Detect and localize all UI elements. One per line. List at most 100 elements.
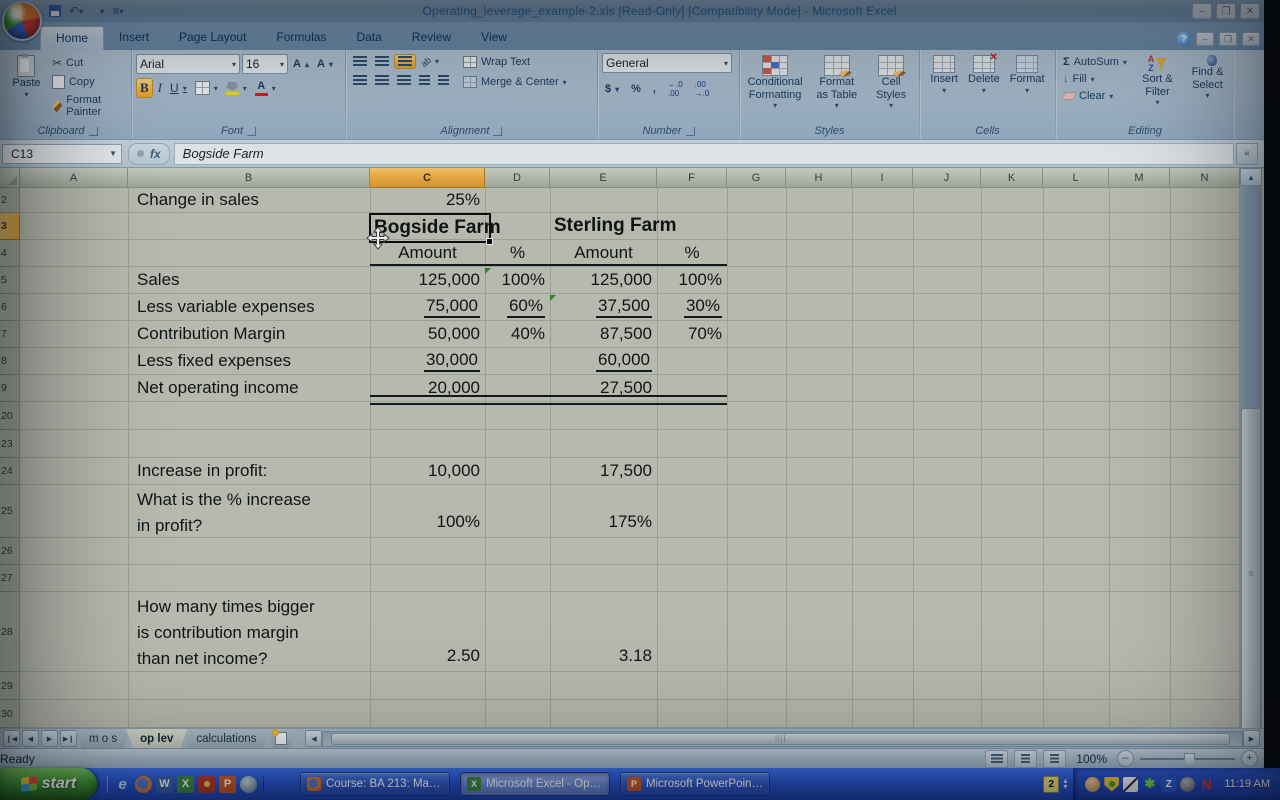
row-header-27[interactable]: 27 — [0, 565, 20, 592]
fill-button[interactable]: ↓Fill▾ — [1060, 72, 1130, 86]
row-header-12[interactable]: 2 — [0, 188, 20, 213]
word-icon[interactable]: W — [156, 776, 173, 793]
shrink-font-button[interactable]: A▾ — [314, 57, 336, 71]
tab-data[interactable]: Data — [341, 26, 396, 50]
sort-filter-button[interactable]: AZ Sort & Filter▾ — [1136, 53, 1179, 120]
cell-e16[interactable]: 37,500 — [550, 294, 657, 320]
column-header-l[interactable]: L — [1043, 168, 1109, 188]
cell-d14[interactable]: % — [485, 240, 550, 266]
insert-cells-button[interactable]: Insert▾ — [927, 53, 961, 120]
restore-button[interactable]: ❐ — [1216, 3, 1236, 19]
row-30-cells[interactable] — [20, 700, 1240, 728]
tab-page-layout[interactable]: Page Layout — [164, 26, 261, 50]
horizontal-scroll-thumb[interactable] — [331, 733, 1230, 745]
autosum-button[interactable]: ΣAutoSum▾ — [1060, 55, 1130, 69]
dialog-launcher-icon[interactable] — [247, 127, 256, 136]
sheet-tab-calculations[interactable]: calculations — [182, 729, 270, 748]
cell-b16[interactable]: Less variable expenses — [128, 294, 370, 320]
row-header-13[interactable]: 3 — [0, 213, 20, 240]
key-app-icon[interactable] — [198, 776, 215, 793]
decrease-indent-button[interactable] — [416, 74, 433, 87]
comma-style-button[interactable]: , — [650, 82, 659, 96]
row-header-29[interactable]: 29 — [0, 672, 20, 700]
format-cells-button[interactable]: Format▾ — [1007, 53, 1048, 120]
column-header-d[interactable]: D — [485, 168, 550, 188]
scroll-up-button[interactable]: ▲ — [1240, 168, 1262, 186]
row-12-cells[interactable]: Change in sales 25% — [20, 188, 1240, 213]
cell-e13[interactable]: Sterling Farm — [550, 213, 657, 239]
dialog-launcher-icon[interactable] — [686, 127, 695, 136]
cell-f15[interactable]: 100% — [657, 267, 727, 293]
row-header-19[interactable]: 9 — [0, 375, 20, 402]
row-29-cells[interactable] — [20, 672, 1240, 700]
prev-sheet-button[interactable]: ◀ — [22, 730, 39, 747]
copy-button[interactable]: Copy — [49, 74, 127, 90]
horizontal-scrollbar[interactable]: ◀ ▶ — [305, 729, 1260, 748]
start-button[interactable]: start — [0, 768, 97, 800]
column-header-n[interactable]: N — [1170, 168, 1240, 188]
tray-app-icon[interactable]: ✱ — [1142, 777, 1157, 792]
zoom-out-button[interactable]: – — [1117, 750, 1134, 767]
column-header-g[interactable]: G — [727, 168, 786, 188]
font-family-select[interactable]: Arial▾ — [136, 54, 240, 74]
row-header-18[interactable]: 8 — [0, 348, 20, 375]
tab-formulas[interactable]: Formulas — [261, 26, 341, 50]
tray-app-icon[interactable] — [1123, 777, 1138, 792]
row-17-cells[interactable]: Contribution Margin 50,000 40% 87,500 70… — [20, 321, 1240, 348]
cell-b24[interactable]: Increase in profit: — [128, 458, 370, 484]
cell-f14[interactable]: % — [657, 240, 727, 266]
row-header-24[interactable]: 24 — [0, 458, 20, 485]
cell-c18[interactable]: 30,000 — [370, 348, 485, 374]
column-header-i[interactable]: I — [852, 168, 913, 188]
workbook-close-button[interactable]: ✕ — [1242, 32, 1260, 46]
borders-button[interactable]: ▾ — [192, 80, 221, 96]
task-firefox-course[interactable]: Course: BA 213: Man... — [300, 772, 450, 796]
decrease-decimal-button[interactable]: .00→.0 — [692, 79, 713, 99]
next-sheet-button[interactable]: ▶ — [41, 730, 58, 747]
formula-input[interactable]: Bogside Farm — [174, 143, 1234, 165]
row-header-16[interactable]: 6 — [0, 294, 20, 321]
cell-styles-button[interactable]: Cell Styles▾ — [867, 53, 915, 120]
column-header-j[interactable]: J — [913, 168, 981, 188]
cell-b12[interactable]: Change in sales — [128, 188, 370, 212]
tab-insert[interactable]: Insert — [104, 26, 164, 50]
cell-e15[interactable]: 125,000 — [550, 267, 657, 293]
row-16-cells[interactable]: Less variable expenses 75,000 60% 37,500… — [20, 294, 1240, 321]
scroll-right-button[interactable]: ▶ — [1243, 730, 1260, 747]
percent-style-button[interactable]: % — [628, 82, 644, 96]
delete-cells-button[interactable]: ✕ Delete▾ — [965, 53, 1003, 120]
redo-button[interactable]: ↷▾ — [88, 3, 106, 19]
accounting-format-button[interactable]: $▾ — [602, 82, 622, 96]
find-select-button[interactable]: Find & Select▾ — [1185, 53, 1230, 120]
zoom-slider-track[interactable] — [1140, 758, 1235, 760]
horizontal-scroll-track[interactable] — [322, 731, 1243, 747]
clear-button[interactable]: Clear▾ — [1060, 89, 1130, 103]
cell-d17[interactable]: 40% — [485, 321, 550, 347]
cell-c15[interactable]: 125,000 — [370, 267, 485, 293]
format-as-table-button[interactable]: Format as Table▾ — [810, 53, 863, 120]
row-header-20[interactable]: 20 — [0, 402, 20, 430]
increase-decimal-button[interactable]: ←.0.00 — [665, 79, 686, 99]
row-header-28[interactable]: 28 — [0, 592, 20, 672]
row-header-14[interactable]: 4 — [0, 240, 20, 267]
tray-n-app-icon[interactable]: N — [1199, 777, 1214, 792]
expand-formula-bar-button[interactable]: « — [1236, 143, 1258, 165]
cell-c16[interactable]: 75,000 — [370, 294, 485, 320]
vertical-scrollbar[interactable]: ▲ ▼ — [1240, 168, 1262, 748]
wrap-text-button[interactable]: Wrap Text — [460, 55, 570, 69]
row-header-25[interactable]: 25 — [0, 485, 20, 538]
help-button[interactable]: ? — [1177, 32, 1191, 46]
tab-review[interactable]: Review — [397, 26, 466, 50]
dialog-launcher-icon[interactable] — [89, 127, 98, 136]
row-header-26[interactable]: 26 — [0, 538, 20, 565]
underline-button[interactable]: U▾ — [167, 80, 190, 96]
row-25-cells[interactable]: What is the % increasein profit? 100% 17… — [20, 485, 1240, 538]
cell-b17[interactable]: Contribution Margin — [128, 321, 370, 347]
increase-indent-button[interactable] — [435, 74, 452, 87]
select-all-button[interactable] — [0, 168, 20, 188]
normal-view-button[interactable] — [985, 750, 1008, 768]
align-left-button[interactable] — [350, 74, 370, 87]
fill-handle[interactable] — [486, 238, 493, 245]
name-box[interactable]: C13▼ — [2, 144, 122, 164]
save-button[interactable] — [46, 3, 64, 19]
